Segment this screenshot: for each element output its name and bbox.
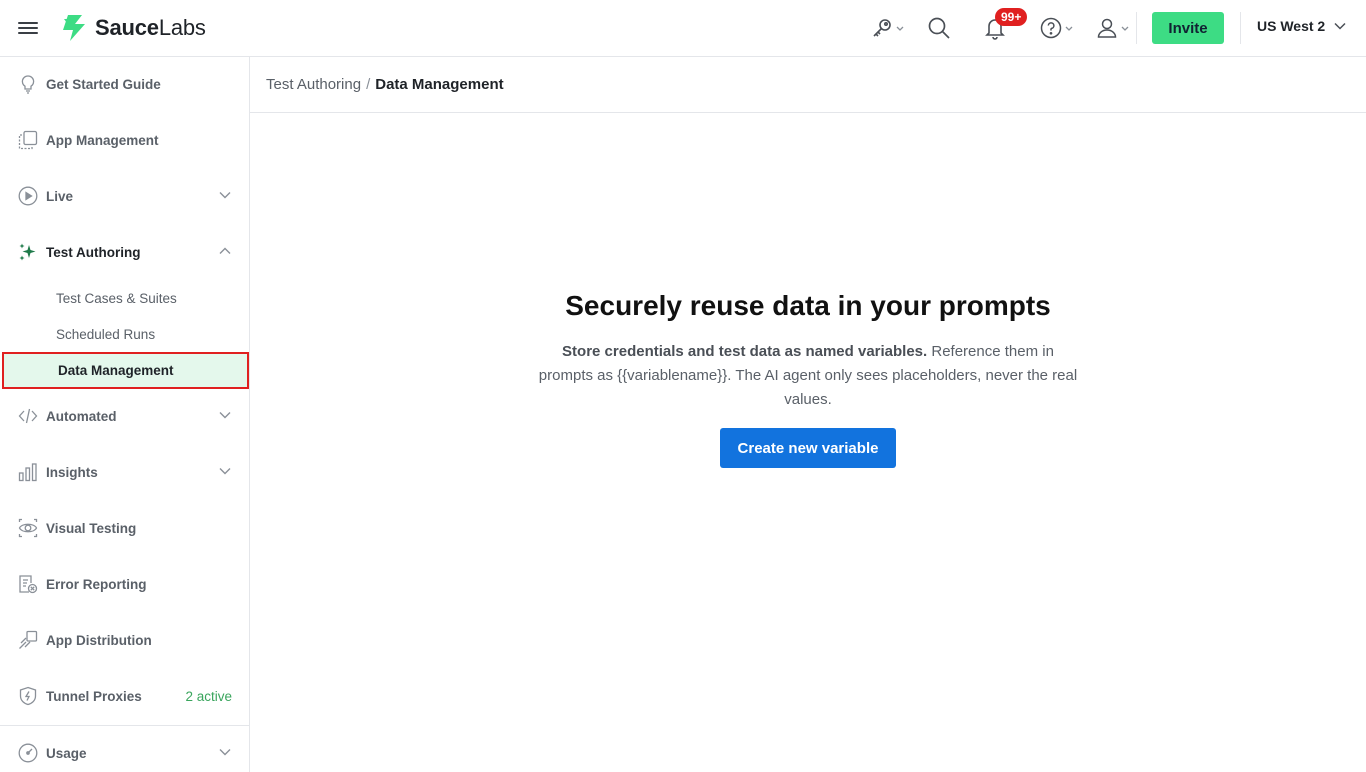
empty-state: Securely reuse data in your prompts Stor… (250, 290, 1366, 468)
app-management-icon (18, 130, 38, 150)
user-menu[interactable] (1096, 14, 1130, 42)
bar-chart-icon (18, 463, 37, 482)
chevron-down-icon (896, 26, 904, 31)
header-divider (1136, 12, 1137, 44)
breadcrumb-current: Data Management (375, 76, 504, 93)
sidebar-item-app-distribution[interactable]: App Distribution (0, 620, 249, 660)
region-label: US West 2 (1257, 18, 1326, 34)
sidebar-divider (0, 725, 249, 726)
gauge-icon (18, 743, 38, 763)
sidebar-subitem-data-management[interactable]: Data Management (2, 352, 249, 389)
chevron-down-icon (1334, 22, 1346, 30)
sidebar-item-tunnel-proxies[interactable]: Tunnel Proxies 2 active (0, 676, 249, 716)
help-menu[interactable] (1040, 14, 1074, 42)
sidebar-subitem-scheduled-runs[interactable]: Scheduled Runs (0, 316, 249, 352)
eye-icon (18, 518, 38, 538)
sidebar-item-error-reporting[interactable]: Error Reporting (0, 564, 249, 604)
sidebar-item-app-management[interactable]: App Management (0, 120, 249, 160)
header-divider (1240, 12, 1241, 44)
sidebar-item-get-started-guide[interactable]: Get Started Guide (0, 64, 249, 104)
shield-icon (19, 686, 37, 706)
region-selector[interactable]: US West 2 (1257, 18, 1347, 34)
sidebar-item-test-authoring[interactable]: Test Authoring (0, 232, 249, 272)
search-button[interactable] (927, 14, 951, 42)
description-bold: Store credentials and test data as named… (562, 343, 928, 360)
sidebar-item-automated[interactable]: Automated (0, 396, 249, 436)
sidebar-subitem-test-cases-suites[interactable]: Test Cases & Suites (0, 280, 249, 316)
breadcrumb-separator: / (366, 76, 371, 93)
help-icon (1040, 17, 1062, 39)
sidebar-item-usage[interactable]: Usage (0, 733, 249, 772)
chevron-down-icon (219, 192, 231, 199)
empty-state-description: Store credentials and test data as named… (538, 340, 1078, 412)
breadcrumb: Test Authoring / Data Management (250, 57, 1366, 113)
key-menu[interactable] (871, 14, 905, 42)
play-circle-icon (18, 186, 38, 206)
logo-text: SauceLabs (95, 15, 206, 40)
invite-button[interactable]: Invite (1152, 12, 1224, 44)
top-bar: SauceLabs 99+ Invite US West 2 (0, 0, 1366, 57)
page-title: Securely reuse data in your prompts (565, 290, 1051, 321)
notifications-badge: 99+ (995, 8, 1028, 26)
saucelabs-logo[interactable]: SauceLabs (58, 13, 206, 43)
sparkle-icon (19, 243, 36, 261)
error-report-icon (19, 575, 38, 594)
sidebar-item-live[interactable]: Live (0, 176, 249, 216)
code-icon (18, 408, 38, 424)
user-icon (1097, 18, 1117, 38)
tunnel-active-count: 2 active (185, 688, 232, 704)
sidebar: Get Started Guide App Management Live Te… (0, 57, 250, 772)
distribution-icon (19, 630, 38, 649)
breadcrumb-test-authoring[interactable]: Test Authoring (266, 76, 361, 93)
chevron-down-icon (219, 749, 231, 756)
sidebar-item-visual-testing[interactable]: Visual Testing (0, 508, 249, 548)
chevron-down-icon (219, 412, 231, 419)
lightbulb-icon (21, 75, 35, 94)
search-icon (928, 17, 950, 39)
chevron-down-icon (219, 468, 231, 475)
chevron-down-icon (1065, 26, 1073, 31)
key-icon (873, 19, 891, 37)
create-new-variable-button[interactable]: Create new variable (720, 428, 896, 468)
menu-icon[interactable] (18, 19, 38, 37)
sidebar-item-insights[interactable]: Insights (0, 452, 249, 492)
chevron-down-icon (1121, 26, 1129, 31)
saucelabs-logo-icon (63, 15, 85, 41)
chevron-up-icon (219, 247, 231, 254)
